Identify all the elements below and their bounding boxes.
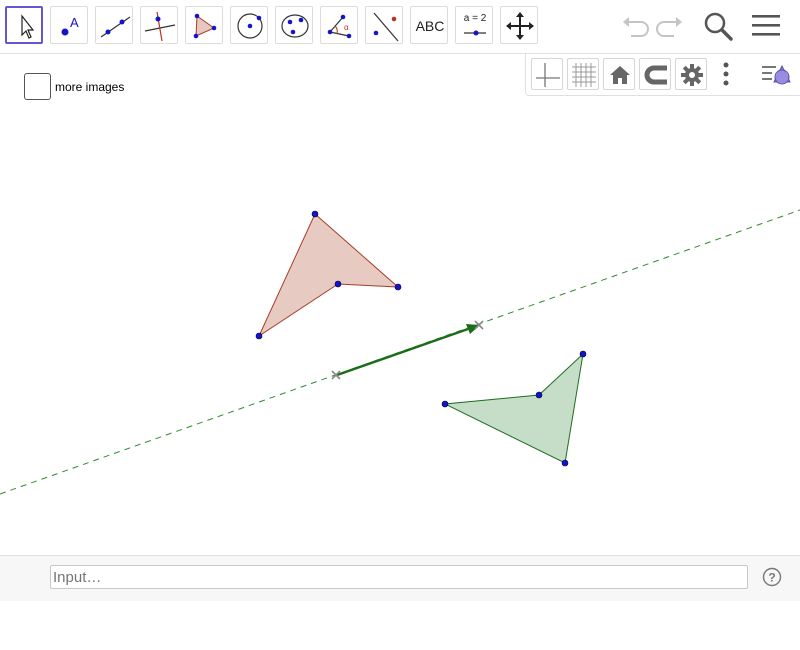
image-polygon[interactable] (443, 352, 584, 464)
original-polygon[interactable] (257, 213, 400, 338)
original-vertex[interactable] (334, 280, 342, 288)
image-vertex[interactable] (441, 400, 449, 408)
original-vertex[interactable] (255, 332, 263, 340)
help-icon[interactable]: ? (762, 567, 782, 587)
image-vertex[interactable] (561, 459, 569, 467)
input-bar (0, 555, 800, 601)
original-vertex[interactable] (311, 210, 319, 218)
translation-vector[interactable] (336, 327, 469, 377)
algebra-input-field[interactable] (50, 565, 748, 589)
image-vertex[interactable] (579, 350, 587, 358)
original-vertex[interactable] (394, 283, 402, 291)
image-vertex[interactable] (535, 391, 543, 399)
svg-text:?: ? (768, 571, 775, 585)
graphics-canvas[interactable] (0, 0, 800, 650)
graphics-view[interactable] (0, 96, 800, 554)
